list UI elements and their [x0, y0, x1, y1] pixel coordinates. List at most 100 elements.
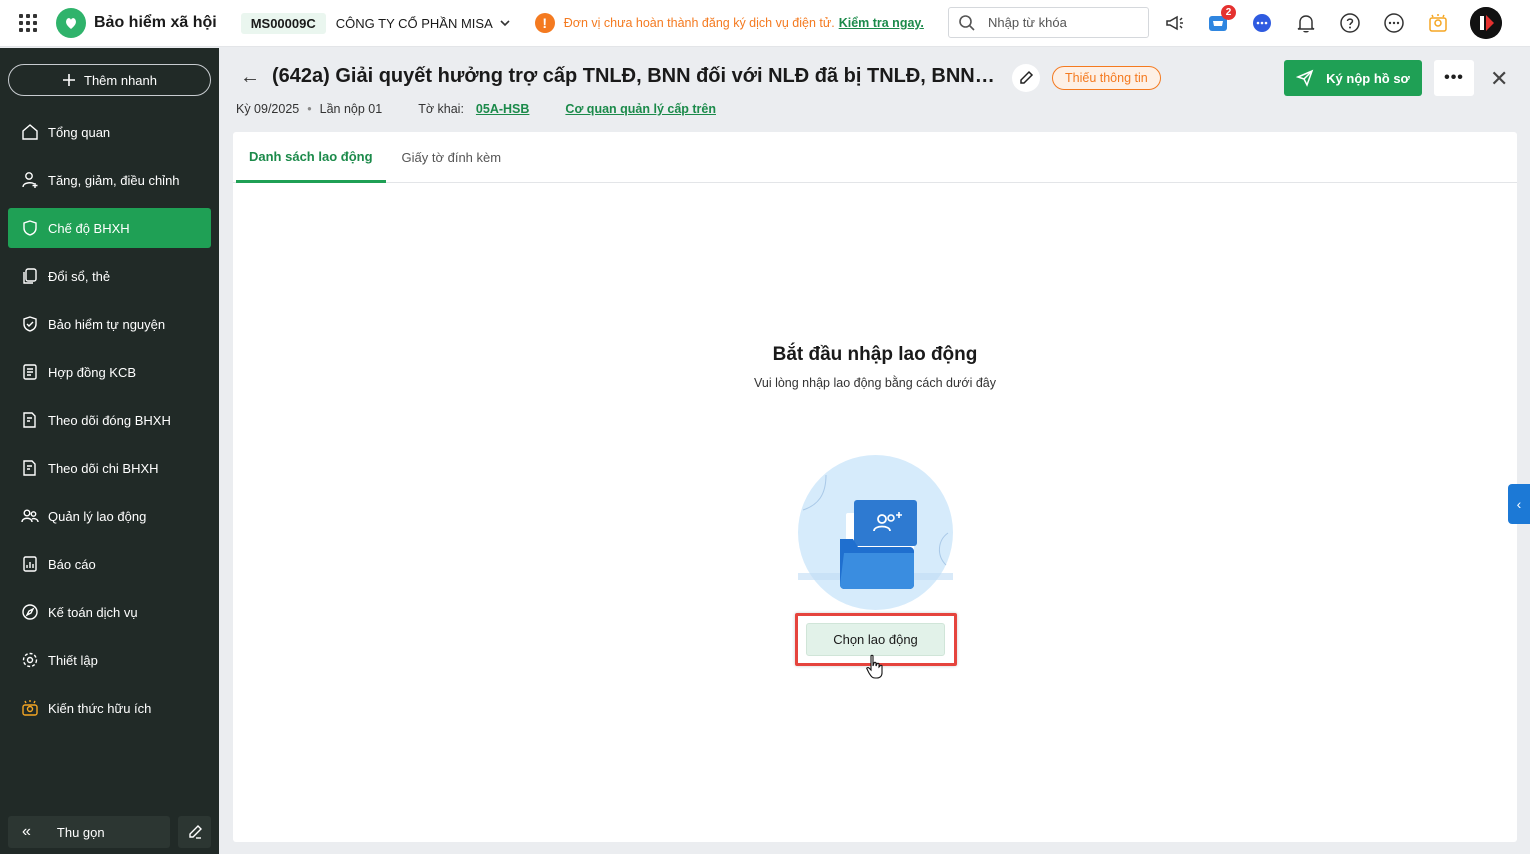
tab-attachments[interactable]: Giấy tờ đính kèm: [389, 132, 515, 183]
collapse-label: Thu gọn: [56, 824, 105, 840]
choose-employee-button[interactable]: Chọn lao động: [806, 623, 945, 656]
top-bar: Bảo hiểm xã hội MS00009C CÔNG TY CỔ PHẦN…: [0, 0, 1530, 47]
submission-count: Lần nộp 01: [319, 102, 383, 116]
separator-dot: •: [307, 102, 312, 116]
sidebar-item-label: Kế toán dịch vụ: [48, 604, 138, 620]
warning-text: Đơn vị chưa hoàn thành đăng ký dịch vụ đ…: [563, 16, 835, 30]
gear-icon: [21, 651, 39, 669]
sidebar-item-reports[interactable]: Báo cáo: [8, 544, 211, 584]
page-title: (642a) Giải quyết hưởng trợ cấp TNLĐ, BN…: [272, 65, 998, 87]
doc-track-icon: [21, 459, 39, 477]
knowledge-icon[interactable]: [1426, 11, 1450, 35]
plus-icon: [63, 74, 75, 86]
back-arrow-icon[interactable]: ←: [240, 66, 260, 89]
form-code-link[interactable]: 05A-HSB: [476, 102, 530, 116]
quick-add-button[interactable]: Thêm nhanh: [8, 64, 211, 96]
sidebar-item-kcb-contract[interactable]: Hợp đồng KCB: [8, 352, 211, 392]
search-icon: [959, 14, 975, 31]
edit-menu-button[interactable]: [178, 816, 211, 848]
cart-icon[interactable]: 2: [1206, 5, 1236, 35]
sidebar-item-label: Theo dõi đóng BHXH: [48, 412, 171, 428]
sidebar-item-labor-management[interactable]: Quản lý lao động: [8, 496, 211, 536]
status-badge: Thiếu thông tin: [1052, 66, 1161, 90]
form-meta: Kỳ 09/2025 • Lần nộp 01 Tờ khai: 05A-HSB…: [236, 102, 716, 116]
warning-icon: !: [534, 13, 555, 33]
company-name: CÔNG TY CỔ PHẦN MISA: [335, 15, 493, 31]
sidebar-item-card-exchange[interactable]: Đổi sổ, thẻ: [8, 256, 211, 296]
report-icon: [21, 555, 39, 573]
more-apps-icon[interactable]: [1382, 11, 1406, 35]
sidebar-nav: Tổng quan Tăng, giảm, điều chỉnh Chế độ …: [8, 112, 211, 736]
sidebar-item-label: Kiến thức hữu ích: [48, 700, 152, 716]
edit-title-button[interactable]: [1012, 64, 1040, 92]
empty-state-subtitle: Vui lòng nhập lao động bằng cách dưới đâ…: [754, 376, 996, 390]
shield-heart-icon: [21, 219, 39, 237]
sidebar-item-label: Chế độ BHXH: [48, 220, 130, 236]
sidebar-item-label: Theo dõi chi BHXH: [48, 460, 159, 476]
sidebar-item-label: Bảo hiểm tự nguyện: [48, 316, 166, 332]
contract-icon: [21, 363, 39, 381]
sidebar-item-settings[interactable]: Thiết lập: [8, 640, 211, 680]
bell-icon[interactable]: [1294, 11, 1318, 35]
app-logo: [56, 8, 86, 38]
pencil-icon: [1020, 70, 1034, 84]
sidebar-item-label: Đổi sổ, thẻ: [48, 268, 111, 284]
chevron-down-icon: [500, 20, 510, 27]
app-name: Bảo hiểm xã hội: [94, 14, 217, 31]
company-code: MS00009C: [240, 12, 326, 34]
edit-icon: [188, 825, 202, 839]
compass-icon: [21, 603, 39, 621]
announcement-icon[interactable]: [1163, 11, 1187, 35]
sidebar-item-label: Quản lý lao động: [48, 508, 147, 524]
form-label: Tờ khai:: [418, 102, 464, 116]
sign-submit-label: Ký nộp hồ sơ: [1326, 70, 1410, 86]
sidebar: Thêm nhanh Tổng quan Tăng, giảm, điều ch…: [0, 48, 219, 854]
check-now-link[interactable]: Kiểm tra ngay.: [839, 16, 924, 30]
sidebar-item-track-payment[interactable]: Theo dõi đóng BHXH: [8, 400, 211, 440]
tab-employee-list[interactable]: Danh sách lao động: [236, 132, 386, 183]
more-options-button[interactable]: •••: [1434, 60, 1474, 96]
app-grid-icon[interactable]: [19, 14, 37, 32]
cart-badge: 2: [1221, 5, 1236, 20]
doc-track-icon: [21, 411, 39, 429]
sidebar-item-accounting-service[interactable]: Kế toán dịch vụ: [8, 592, 211, 632]
collapse-sidebar-button[interactable]: « Thu gọn: [8, 816, 170, 848]
sign-submit-button[interactable]: Ký nộp hồ sơ: [1284, 60, 1422, 96]
tab-bar: Danh sách lao động Giấy tờ đính kèm: [233, 132, 1517, 183]
shield-icon: [21, 315, 39, 333]
close-icon[interactable]: ✕: [1490, 66, 1508, 92]
sidebar-item-label: Thiết lập: [48, 652, 98, 668]
period: Kỳ 09/2025: [236, 102, 300, 116]
sidebar-item-voluntary[interactable]: Bảo hiểm tự nguyện: [8, 304, 211, 344]
sidebar-item-bhxh-regime[interactable]: Chế độ BHXH: [8, 208, 211, 248]
help-icon[interactable]: [1338, 11, 1362, 35]
chevron-left-icon: ‹: [1516, 496, 1522, 512]
sidebar-item-adjust[interactable]: Tăng, giảm, điều chỉnh: [8, 160, 211, 200]
users-icon: [21, 507, 39, 525]
chat-icon[interactable]: [1250, 11, 1274, 35]
right-panel-toggle[interactable]: ‹: [1508, 484, 1530, 524]
sidebar-item-knowledge[interactable]: Kiến thức hữu ích: [8, 688, 211, 728]
agency-link[interactable]: Cơ quan quản lý cấp trên: [565, 102, 716, 116]
double-chevron-left-icon: «: [22, 823, 31, 840]
copy-icon: [21, 267, 39, 285]
sidebar-item-label: Tăng, giảm, điều chỉnh: [48, 172, 180, 188]
search-box[interactable]: [948, 7, 1149, 38]
quick-add-label: Thêm nhanh: [84, 72, 157, 88]
main-panel: Danh sách lao động Giấy tờ đính kèm Bắt …: [233, 132, 1517, 842]
company-selector[interactable]: CÔNG TY CỔ PHẦN MISA: [336, 16, 511, 31]
send-icon: [1296, 69, 1314, 87]
sidebar-item-label: Tổng quan: [48, 124, 111, 140]
hand-cursor-icon: [864, 654, 886, 683]
user-adjust-icon: [21, 171, 39, 189]
search-input[interactable]: [988, 15, 1128, 30]
home-icon: [21, 123, 39, 141]
bulb-icon: [21, 699, 39, 717]
sidebar-item-label: Hợp đồng KCB: [48, 364, 137, 380]
sidebar-item-overview[interactable]: Tổng quan: [8, 112, 211, 152]
user-avatar[interactable]: [1470, 7, 1502, 39]
sidebar-item-label: Báo cáo: [48, 556, 96, 572]
sidebar-item-track-spending[interactable]: Theo dõi chi BHXH: [8, 448, 211, 488]
empty-state-title: Bắt đầu nhập lao động: [772, 344, 978, 365]
folder-illustration-icon: [798, 455, 953, 610]
